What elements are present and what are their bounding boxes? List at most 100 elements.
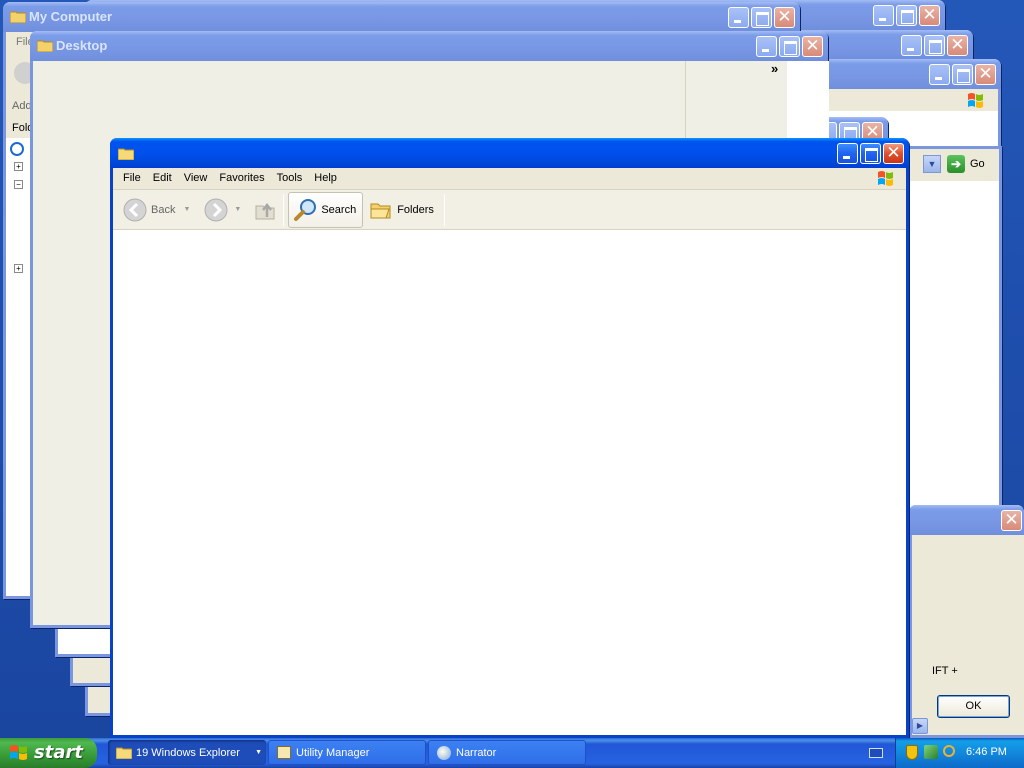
network-icon[interactable]: [924, 745, 938, 759]
close-icon: ✕: [886, 143, 901, 163]
folder-icon: [118, 148, 134, 160]
security-shield-icon[interactable]: [906, 745, 918, 760]
minimize-icon: [930, 65, 949, 84]
explorer-window[interactable]: ✕ File Edit View Favorites Tools Help Ba…: [110, 138, 909, 738]
address-dropdown[interactable]: ▼: [923, 155, 941, 173]
dialog-window[interactable]: ✕ IFT + OK: [909, 505, 1024, 738]
forward-button[interactable]: ▼: [200, 192, 245, 228]
menubar: File Edit View Favorites Tools Help: [113, 168, 906, 190]
close-icon: ✕: [1004, 510, 1019, 530]
maximize-button[interactable]: [779, 36, 800, 57]
maximize-icon: [780, 37, 799, 56]
utility-manager-icon: [277, 746, 291, 759]
standard-toolbar: Back ▼ ▼ Search Folders: [113, 190, 906, 230]
close-button[interactable]: ✕: [975, 64, 996, 85]
maximize-icon: [953, 65, 972, 84]
minimize-button[interactable]: [929, 64, 950, 85]
minimize-button[interactable]: [873, 5, 894, 26]
clock: 6:46 PM: [966, 746, 1007, 758]
folder-icon: [10, 11, 26, 23]
taskbar-button-utility-manager[interactable]: Utility Manager: [268, 740, 426, 765]
narrator-icon: [437, 745, 451, 760]
dialog-text: IFT +: [932, 665, 958, 677]
toolbar-separator: [443, 193, 445, 226]
forward-dropdown-icon: ▼: [234, 206, 242, 213]
task-label: 19 Windows Explorer: [136, 746, 240, 759]
start-label: start: [34, 742, 83, 763]
windows-flag-icon: [968, 93, 983, 108]
window-title: Desktop: [56, 38, 108, 53]
close-button[interactable]: ✕: [1001, 510, 1022, 531]
magnifier-icon[interactable]: [943, 745, 955, 757]
go-arrow-icon: ➔: [947, 155, 965, 173]
task-label: Narrator: [456, 746, 497, 759]
taskbar: start 19 Windows Explorer ▼ Utility Mana…: [0, 738, 1024, 768]
minimize-button[interactable]: [756, 36, 777, 57]
menu-item-view[interactable]: View: [178, 168, 214, 189]
scroll-right-button[interactable]: ▶: [912, 718, 928, 734]
back-button[interactable]: Back ▼: [113, 192, 194, 228]
minimize-icon: [902, 36, 921, 55]
close-icon: ✕: [805, 36, 820, 56]
close-button[interactable]: ✕: [774, 7, 795, 28]
close-icon: ✕: [950, 35, 965, 55]
window-title: My Computer: [29, 9, 113, 24]
menu-item-tools[interactable]: Tools: [271, 168, 309, 189]
close-button[interactable]: ✕: [802, 36, 823, 57]
start-button[interactable]: start: [0, 738, 97, 768]
windows-logo-icon: [10, 745, 27, 760]
tree-collapse-toggle[interactable]: −: [14, 180, 23, 189]
maximize-button[interactable]: [896, 5, 917, 26]
search-icon: [294, 198, 317, 221]
folder-icon: [116, 747, 132, 759]
taskbar-button-windows-explorer[interactable]: 19 Windows Explorer ▼: [108, 740, 266, 765]
minimize-icon: [874, 6, 893, 25]
maximize-button[interactable]: [924, 35, 945, 56]
minimize-button[interactable]: [728, 7, 749, 28]
my-computer-titlebar[interactable]: My Computer ✕: [3, 2, 800, 32]
search-label: Search: [321, 203, 357, 216]
desktop-background: ✕ ✕ ✕ ✕ ▼ ➔ Go ✕ IFT + OK My Computer ✕ …: [0, 0, 1024, 738]
minimize-icon: [729, 8, 748, 27]
minimize-button[interactable]: [837, 143, 858, 164]
file-view-pane[interactable]: [113, 230, 906, 735]
maximize-icon: [925, 36, 944, 55]
dialog-titlebar[interactable]: ✕: [909, 505, 1024, 535]
tree-expand-toggle[interactable]: +: [14, 162, 23, 171]
menu-item-favorites[interactable]: Favorites: [213, 168, 270, 189]
folder-icon: [37, 40, 53, 52]
menu-item-help[interactable]: Help: [308, 168, 343, 189]
menu-item-file[interactable]: File: [113, 168, 147, 189]
close-button[interactable]: ✕: [883, 143, 904, 164]
back-label: Back: [151, 203, 176, 216]
desktop-titlebar[interactable]: Desktop ✕: [30, 31, 828, 61]
minimize-button[interactable]: [901, 35, 922, 56]
keyboard-icon[interactable]: [869, 748, 883, 758]
tree-expand-toggle[interactable]: +: [14, 264, 23, 273]
maximize-button[interactable]: [952, 64, 973, 85]
folders-button[interactable]: Folders: [365, 192, 438, 228]
maximize-button[interactable]: [751, 7, 772, 28]
menu-item-edit[interactable]: Edit: [147, 168, 178, 189]
up-button[interactable]: [249, 192, 281, 228]
system-tray: 6:46 PM: [895, 738, 1024, 768]
go-button[interactable]: ➔ Go: [947, 155, 985, 173]
ok-button[interactable]: OK: [937, 695, 1010, 718]
maximize-icon: [861, 144, 880, 163]
minimize-icon: [838, 144, 857, 163]
maximize-button[interactable]: [860, 143, 881, 164]
close-icon: ✕: [978, 64, 993, 84]
toolbar-chevron[interactable]: »: [771, 61, 778, 76]
back-arrow-icon: [123, 198, 147, 221]
taskbar-button-narrator[interactable]: Narrator: [428, 740, 586, 765]
close-button[interactable]: ✕: [919, 5, 940, 26]
task-label: Utility Manager: [296, 746, 370, 759]
folders-label: Folders: [397, 203, 434, 216]
folder-up-icon: [255, 202, 275, 219]
ie-icon: [10, 142, 24, 156]
explorer-titlebar[interactable]: ✕: [110, 138, 909, 168]
maximize-icon: [752, 8, 771, 27]
search-button[interactable]: Search: [288, 191, 364, 228]
close-button[interactable]: ✕: [947, 35, 968, 56]
forward-arrow-icon: [204, 198, 228, 221]
